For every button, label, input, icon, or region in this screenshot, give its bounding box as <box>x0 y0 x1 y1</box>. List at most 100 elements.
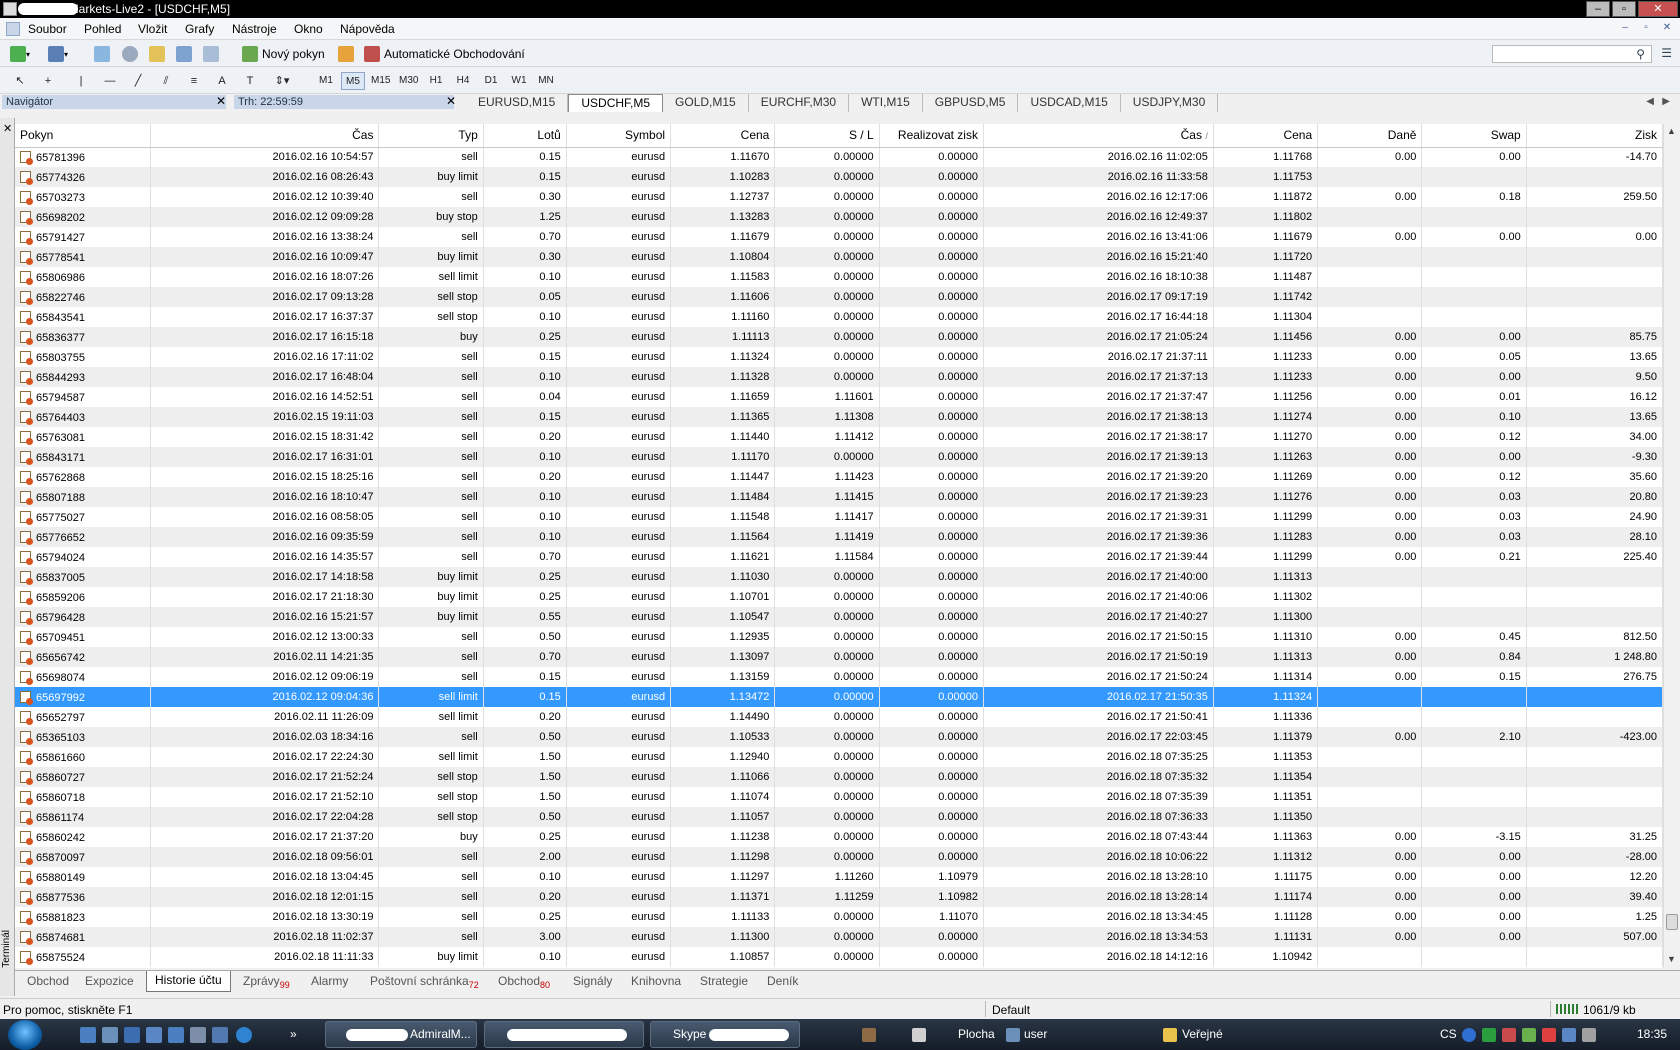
market-watch-close-icon[interactable]: ✕ <box>446 94 456 108</box>
tab-market[interactable]: Obchod80 <box>498 974 550 990</box>
tf-m30[interactable]: M30 <box>396 72 421 90</box>
col-open-price[interactable]: Cena <box>670 124 776 148</box>
language-indicator[interactable]: CS <box>1440 1027 1457 1041</box>
table-row[interactable]: 65709451 2016.02.12 13:00:33 sell 0.50 eurus… <box>15 627 1663 647</box>
col-take-profit[interactable]: Realizovat zisk <box>879 124 984 148</box>
tab-experts[interactable]: Strategie <box>700 974 748 988</box>
quicklaunch-icon[interactable] <box>168 1027 184 1043</box>
tf-m1[interactable]: M1 <box>314 72 338 90</box>
quicklaunch-icon[interactable] <box>80 1027 96 1043</box>
new-order-button[interactable]: Nový pokyn <box>242 44 325 64</box>
tray-icon[interactable] <box>1542 1028 1556 1042</box>
col-profit[interactable]: Zisk <box>1526 124 1663 148</box>
table-row[interactable]: 65844293 2016.02.17 16:48:04 sell 0.10 eurus… <box>15 367 1663 387</box>
help-tray-icon[interactable] <box>1462 1028 1476 1042</box>
col-order[interactable]: Pokyn <box>15 124 151 148</box>
table-row[interactable]: 65874681 2016.02.18 11:02:37 sell 3.00 eurus… <box>15 927 1663 947</box>
chart-tab-eurusd[interactable]: EURUSD,M15 <box>466 94 569 112</box>
table-row[interactable]: 65697992 2016.02.12 09:04:36 sell limit 0.1… <box>15 687 1663 707</box>
task-admiral-button[interactable]: : AdmiralM... <box>325 1021 477 1048</box>
table-row[interactable]: 65806986 2016.02.16 18:07:26 sell limit 0.1… <box>15 267 1663 287</box>
community-icon[interactable]: ☰ <box>1661 46 1672 60</box>
arrows-menu-icon[interactable]: ⇕▾ <box>270 72 294 90</box>
mdi-minimize-button[interactable]: – <box>1616 21 1634 36</box>
scroll-thumb[interactable] <box>1666 914 1678 930</box>
tf-w1[interactable]: W1 <box>507 72 531 90</box>
quicklaunch-icon[interactable] <box>102 1027 118 1043</box>
channel-icon[interactable]: ⫽ <box>158 72 174 90</box>
volume-icon[interactable] <box>1582 1028 1596 1042</box>
tf-h4[interactable]: H4 <box>451 72 475 90</box>
table-row[interactable]: 65822746 2016.02.17 09:13:28 sell stop 0.05… <box>15 287 1663 307</box>
navigator-close-icon[interactable]: ✕ <box>216 94 226 108</box>
table-row[interactable]: 65794587 2016.02.16 14:52:51 sell 0.04 eurus… <box>15 387 1663 407</box>
table-row[interactable]: 65843541 2016.02.17 16:37:37 sell stop 0.10… <box>15 307 1663 327</box>
minimize-button[interactable]: – <box>1586 1 1610 17</box>
tf-m5[interactable]: M5 <box>341 72 365 90</box>
table-row[interactable]: 65843171 2016.02.17 16:31:01 sell 0.10 eurus… <box>15 447 1663 467</box>
tf-d1[interactable]: D1 <box>479 72 503 90</box>
trendline-icon[interactable]: ╱ <box>130 72 146 90</box>
chart-tab-eurchf[interactable]: EURCHF,M30 <box>749 94 850 112</box>
table-row[interactable]: 65781396 2016.02.16 10:54:57 sell 0.15 eurus… <box>15 147 1663 167</box>
table-row[interactable]: 65794024 2016.02.16 14:35:57 sell 0.70 eurus… <box>15 547 1663 567</box>
table-row[interactable]: 65836377 2016.02.17 16:15:18 buy 0.25 eurusd… <box>15 327 1663 347</box>
table-row[interactable]: 65763081 2016.02.15 18:31:42 sell 0.20 eurus… <box>15 427 1663 447</box>
notepad-icon[interactable] <box>912 1028 926 1042</box>
col-close-time[interactable]: Čas / <box>983 124 1214 148</box>
menu-view[interactable]: Pohled <box>84 22 121 36</box>
close-button[interactable]: ✕ <box>1638 1 1678 17</box>
table-row[interactable]: 65775027 2016.02.16 08:58:05 sell 0.10 eurus… <box>15 507 1663 527</box>
desktop-label[interactable]: Plocha <box>958 1027 995 1041</box>
data-window-button[interactable] <box>122 44 138 64</box>
public-label[interactable]: Veřejné <box>1182 1027 1223 1041</box>
col-type[interactable]: Typ <box>378 124 484 148</box>
tf-h1[interactable]: H1 <box>424 72 448 90</box>
meta-editor-button[interactable] <box>338 44 354 64</box>
clock[interactable]: 18:35 <box>1637 1027 1667 1041</box>
text-icon[interactable]: A <box>216 72 228 90</box>
menu-tools[interactable]: Nástroje <box>232 22 277 36</box>
search-input[interactable]: ⚲ <box>1492 45 1652 63</box>
menu-charts[interactable]: Grafy <box>185 22 214 36</box>
table-row[interactable]: 65778541 2016.02.16 10:09:47 buy limit 0.30… <box>15 247 1663 267</box>
profiles-button[interactable]: ▾ <box>48 44 68 64</box>
fibonacci-icon[interactable]: ≡ <box>186 72 202 90</box>
ie-icon[interactable] <box>236 1027 252 1043</box>
task-chrome-button[interactable] <box>484 1021 644 1048</box>
table-row[interactable]: 65656742 2016.02.11 14:21:35 sell 0.70 eurus… <box>15 647 1663 667</box>
menu-window[interactable]: Okno <box>294 22 323 36</box>
chart-tab-usdjpy[interactable]: USDJPY,M30 <box>1121 94 1219 112</box>
network-icon[interactable] <box>1562 1028 1576 1042</box>
tray-icon[interactable] <box>1502 1028 1516 1042</box>
terminal-button[interactable] <box>176 44 192 64</box>
tab-signals[interactable]: Signály <box>573 974 612 988</box>
col-lots[interactable]: Lotů <box>483 124 567 148</box>
table-row[interactable]: 65791427 2016.02.16 13:38:24 sell 0.70 eurus… <box>15 227 1663 247</box>
table-row[interactable]: 65861174 2016.02.17 22:04:28 sell stop 0.50… <box>15 807 1663 827</box>
vertical-scrollbar[interactable]: ▲ ▼ <box>1663 124 1680 968</box>
quicklaunch-icon[interactable] <box>190 1027 206 1043</box>
tab-journal[interactable]: Deník <box>767 974 798 988</box>
tab-trade[interactable]: Obchod <box>27 974 69 988</box>
col-stop-loss[interactable]: S / L <box>774 124 880 148</box>
terminal-close-icon[interactable]: ✕ <box>3 122 12 135</box>
cursor-icon[interactable]: ↖ <box>12 72 28 90</box>
chart-tab-usdcad[interactable]: USDCAD,M15 <box>1018 94 1121 112</box>
table-row[interactable]: 65764403 2016.02.15 19:11:03 sell 0.15 eurus… <box>15 407 1663 427</box>
menu-file[interactable]: Soubor <box>28 22 67 36</box>
table-row[interactable]: 65703273 2016.02.12 10:39:40 sell 0.30 eurus… <box>15 187 1663 207</box>
chart-tab-wti[interactable]: WTI,M15 <box>849 94 923 112</box>
table-row[interactable]: 65870097 2016.02.18 09:56:01 sell 2.00 eurus… <box>15 847 1663 867</box>
table-row[interactable]: 65365103 2016.02.03 18:34:16 sell 0.50 eurus… <box>15 727 1663 747</box>
table-row[interactable]: 65652797 2016.02.11 11:26:09 sell limit 0.2… <box>15 707 1663 727</box>
tray-icon[interactable] <box>1482 1028 1496 1042</box>
chart-tab-gold[interactable]: GOLD,M15 <box>663 94 749 112</box>
mdi-close-button[interactable]: ✕ <box>1658 21 1676 36</box>
table-row[interactable]: 65877536 2016.02.18 12:01:15 sell 0.20 eurus… <box>15 887 1663 907</box>
doc-icon[interactable] <box>6 22 20 36</box>
tester-button[interactable] <box>203 44 219 64</box>
table-row[interactable]: 65859206 2016.02.17 21:18:30 buy limit 0.25… <box>15 587 1663 607</box>
chart-tab-usdchf[interactable]: USDCHF,M5 <box>568 94 664 112</box>
table-row[interactable]: 65881823 2016.02.18 13:30:19 sell 0.25 eurus… <box>15 907 1663 927</box>
